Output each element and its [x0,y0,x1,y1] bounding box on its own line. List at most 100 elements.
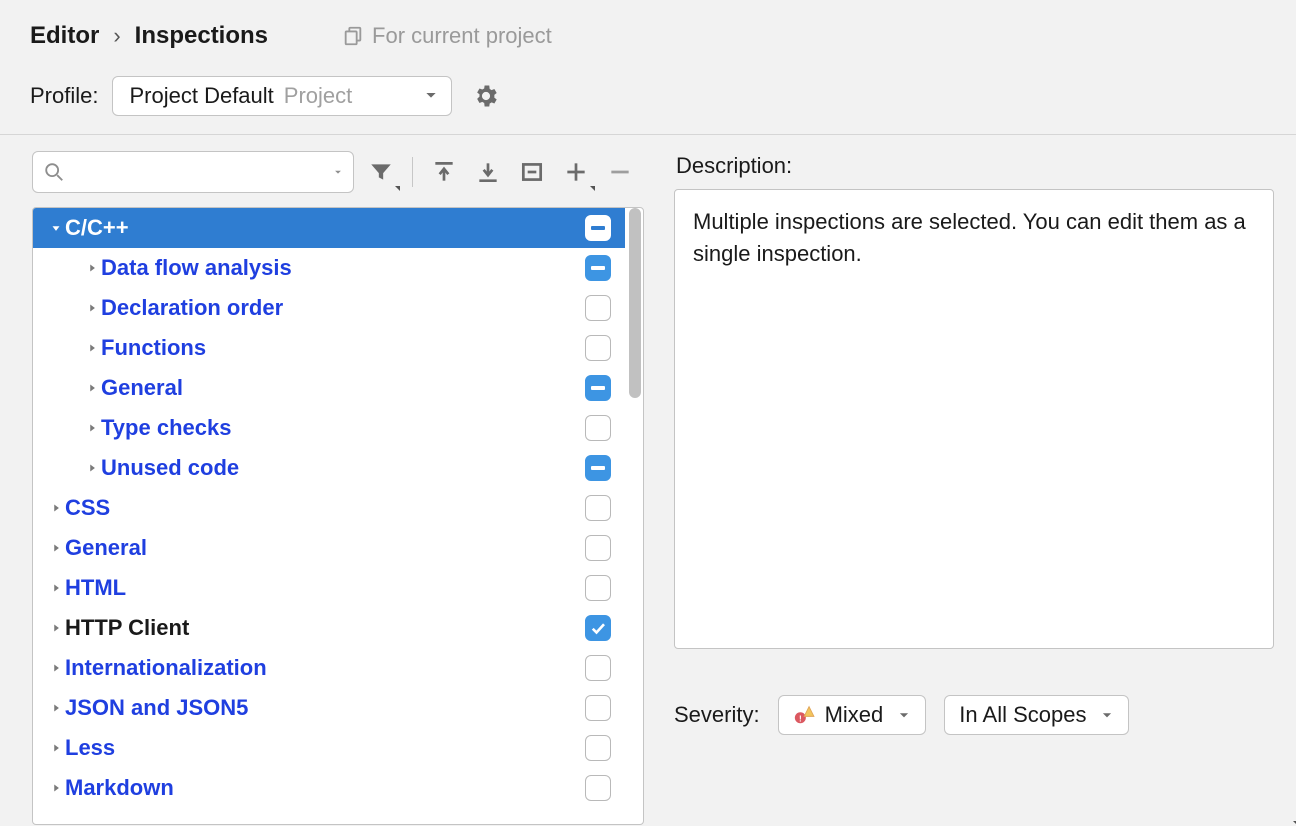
settings-gear-button[interactable] [466,76,506,116]
chevron-down-icon [423,83,439,109]
tree-item-css[interactable]: CSS [33,488,625,528]
filter-button[interactable] [364,155,398,189]
checkbox[interactable] [585,415,611,441]
checkbox[interactable] [585,575,611,601]
inspection-tree: C/C++ Data flow analysis Declaration order… [32,207,644,825]
mixed-severity-icon: ! [793,704,815,726]
checkbox[interactable] [585,455,611,481]
chevron-right-icon[interactable] [83,301,101,315]
checkbox[interactable] [585,215,611,241]
profile-hint: Project [284,83,352,109]
profile-row: Profile: Project Default Project [0,60,1296,135]
checkbox[interactable] [585,295,611,321]
chevron-right-icon[interactable] [47,781,65,795]
checkbox[interactable] [585,775,611,801]
tree-item-intl[interactable]: Internationalization [33,648,625,688]
tree-item-label: CSS [65,495,585,521]
chevron-right-icon[interactable] [47,701,65,715]
chevron-right-icon[interactable] [47,541,65,555]
profile-name: Project Default [129,83,273,109]
search-dropdown-icon[interactable] [333,167,343,177]
search-input[interactable] [71,162,351,183]
tree-item-json[interactable]: JSON and JSON5 [33,688,625,728]
svg-text:!: ! [799,714,802,723]
chevron-down-icon [897,702,911,728]
tree-item-label: Data flow analysis [101,255,585,281]
tree-item-functions[interactable]: Functions [33,328,625,368]
scope-select[interactable]: In All Scopes [944,695,1129,735]
checkbox[interactable] [585,335,611,361]
tree-item-general_sub[interactable]: General [33,368,625,408]
checkbox[interactable] [585,535,611,561]
tree-item-unused_code[interactable]: Unused code [33,448,625,488]
scrollbar-thumb[interactable] [629,208,641,398]
breadcrumb: Editor › Inspections For current project [0,0,1296,60]
severity-label: Severity: [674,702,760,728]
tree-item-label: Functions [101,335,585,361]
checkbox[interactable] [585,495,611,521]
tree-item-general[interactable]: General [33,528,625,568]
tree-item-label: HTTP Client [65,615,585,641]
chevron-down-icon [1100,702,1114,728]
expand-all-button[interactable] [427,155,461,189]
tree-item-data_flow[interactable]: Data flow analysis [33,248,625,288]
checkbox[interactable] [585,615,611,641]
tree-item-label: Markdown [65,775,585,801]
search-input-wrap[interactable] [32,151,354,193]
collapse-all-button[interactable] [471,155,505,189]
description-box: Multiple inspections are selected. You c… [674,189,1274,649]
checkbox[interactable] [585,255,611,281]
breadcrumb-sep: › [113,23,120,49]
breadcrumb-editor[interactable]: Editor [30,22,99,50]
chevron-right-icon[interactable] [47,661,65,675]
description-label: Description: [676,153,1274,179]
chevron-right-icon[interactable] [83,381,101,395]
checkbox[interactable] [585,735,611,761]
tree-item-decl_order[interactable]: Declaration order [33,288,625,328]
chevron-right-icon[interactable] [83,341,101,355]
dropdown-marker-icon [395,186,400,191]
scrollbar[interactable] [625,208,643,824]
breadcrumb-inspections[interactable]: Inspections [135,22,268,50]
chevron-right-icon[interactable] [83,461,101,475]
tree-item-label: HTML [65,575,585,601]
scope-value: In All Scopes [959,702,1086,728]
copy-scope-icon [342,25,364,47]
add-button[interactable] [559,155,593,189]
remove-button[interactable] [603,155,637,189]
tree-item-label: General [65,535,585,561]
severity-value: Mixed [825,702,884,728]
chevron-down-icon[interactable] [47,221,65,235]
tree-item-label: Declaration order [101,295,585,321]
search-icon [43,161,65,183]
tree-item-http_client[interactable]: HTTP Client [33,608,625,648]
chevron-right-icon[interactable] [83,421,101,435]
severity-select[interactable]: ! Mixed [778,695,927,735]
tree-item-label: Type checks [101,415,585,441]
scope-tag: For current project [342,23,552,49]
tree-item-label: General [101,375,585,401]
profile-label: Profile: [30,83,98,109]
tree-item-c_cpp[interactable]: C/C++ [33,208,625,248]
tree-item-label: Less [65,735,585,761]
chevron-right-icon[interactable] [47,621,65,635]
tree-item-markdown[interactable]: Markdown [33,768,625,808]
tree-item-html[interactable]: HTML [33,568,625,608]
dropdown-marker-icon [590,186,595,191]
toolbar-separator [412,157,413,187]
tree-item-label: Unused code [101,455,585,481]
toolbar [32,151,644,193]
tree-item-label: C/C++ [65,215,585,241]
checkbox[interactable] [585,375,611,401]
tree-item-less[interactable]: Less [33,728,625,768]
scope-tag-text: For current project [372,23,552,49]
chevron-right-icon[interactable] [47,741,65,755]
profile-select[interactable]: Project Default Project [112,76,452,116]
reset-button[interactable] [515,155,549,189]
checkbox[interactable] [585,655,611,681]
chevron-right-icon[interactable] [83,261,101,275]
chevron-right-icon[interactable] [47,581,65,595]
chevron-right-icon[interactable] [47,501,65,515]
checkbox[interactable] [585,695,611,721]
tree-item-type_checks[interactable]: Type checks [33,408,625,448]
